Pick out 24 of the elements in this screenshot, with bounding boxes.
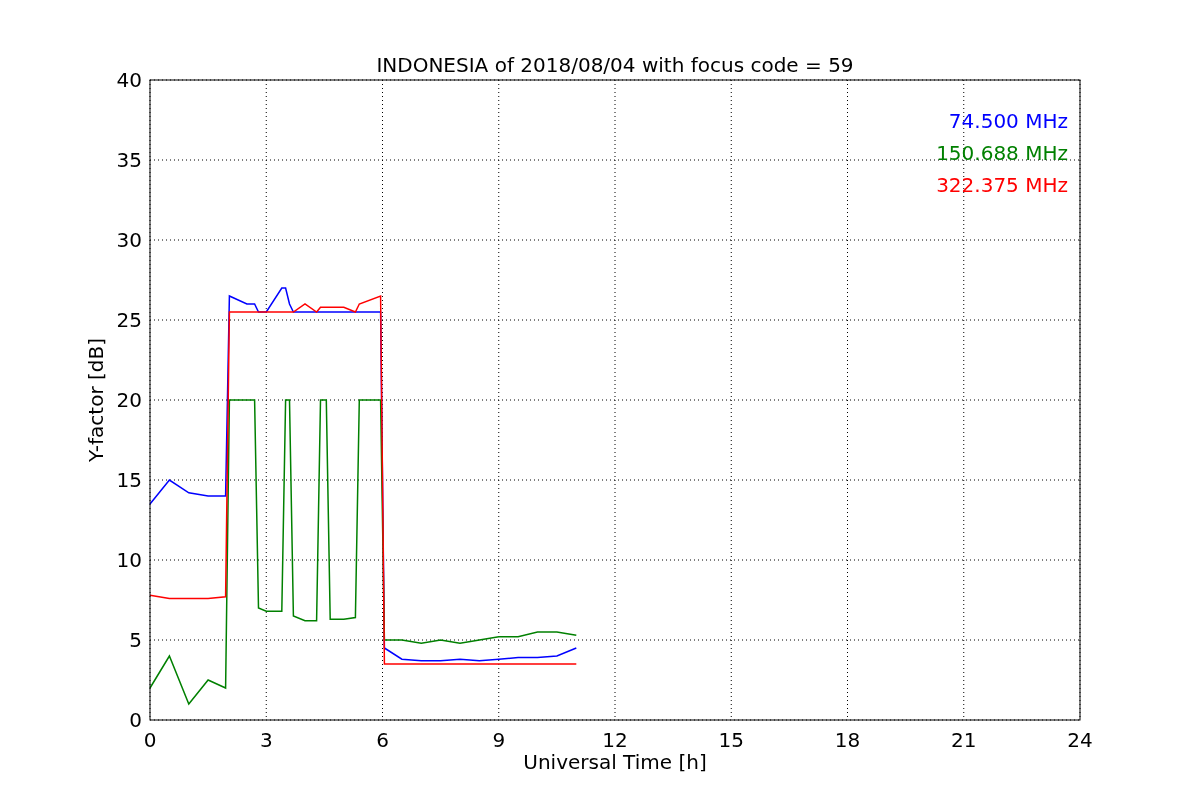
tick-label: 3: [259, 728, 273, 752]
tick-label: 35: [116, 148, 142, 172]
tick-label: 9: [492, 728, 506, 752]
tick-label: 15: [116, 468, 142, 492]
tick-label: 21: [951, 728, 977, 752]
tick-label: 15: [718, 728, 744, 752]
chart-title: INDONESIA of 2018/08/04 with focus code = 59: [376, 53, 854, 77]
tick-label: 10: [116, 548, 142, 572]
tick-label: 25: [116, 308, 142, 332]
tick-label: 20: [116, 388, 142, 412]
legend-text: 322.375 MHz: [936, 173, 1068, 197]
tick-label: 30: [116, 228, 142, 252]
tick-label: 40: [116, 68, 142, 92]
tick-label: 18: [834, 728, 861, 752]
tick-label: 12: [602, 728, 628, 752]
legend-text: 150.688 MHz: [936, 141, 1068, 165]
tick-label: 5: [129, 628, 142, 652]
legend-text: 74.500 MHz: [948, 109, 1068, 133]
tick-label: 0: [143, 728, 157, 752]
tick-label: 0: [129, 708, 142, 732]
tick-label: 24: [1067, 728, 1093, 752]
tick-label: 6: [376, 728, 389, 752]
axis-label: Y-factor [dB]: [84, 338, 108, 462]
axis-label: Universal Time [h]: [523, 750, 707, 774]
